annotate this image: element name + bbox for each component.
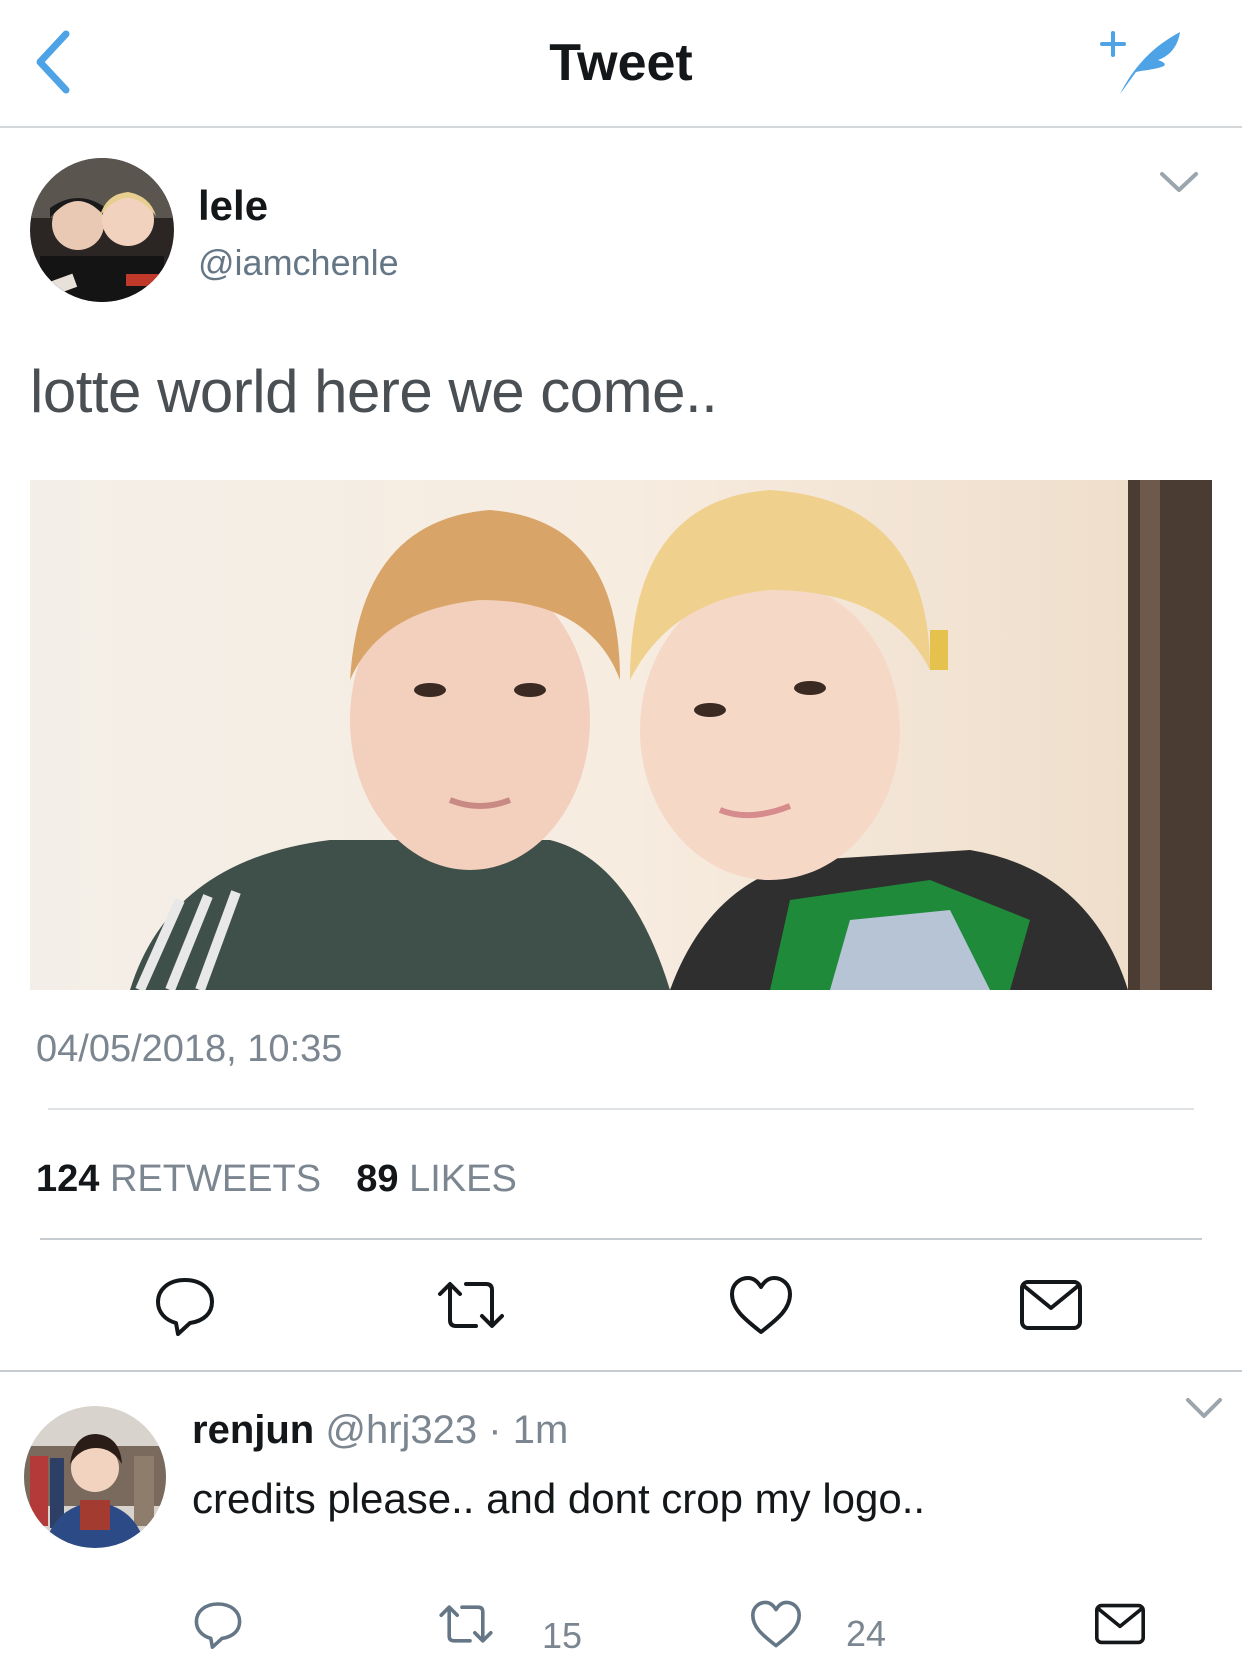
tweet-stats: 124 RETWEETS 89 LIKES	[36, 1154, 517, 1204]
reply-options-button[interactable]	[1182, 1392, 1226, 1424]
divider	[0, 1370, 1242, 1372]
like-label[interactable]: LIKES	[409, 1158, 517, 1200]
reply-share-button[interactable]	[1092, 1596, 1148, 1652]
chevron-down-icon	[1160, 172, 1198, 192]
like-count[interactable]: 89	[356, 1158, 398, 1200]
author-handle[interactable]: @iamchenle	[198, 240, 399, 286]
retweet-icon	[439, 1605, 493, 1643]
divider	[40, 1238, 1202, 1240]
chevron-down-icon	[1186, 1398, 1222, 1418]
retweet-count[interactable]: 124	[36, 1158, 99, 1200]
tweet-timestamp: 04/05/2018, 10:35	[36, 1028, 343, 1070]
author-avatar[interactable]	[30, 158, 174, 302]
reply-header: renjun @hrj323 · 1m	[192, 1404, 568, 1456]
separator-dot: ·	[488, 1408, 502, 1452]
reply-button[interactable]	[150, 1270, 220, 1340]
reply-icon	[194, 1602, 242, 1649]
share-via-message-button[interactable]	[1016, 1270, 1086, 1340]
retweet-icon	[438, 1282, 504, 1328]
heart-icon	[751, 1600, 801, 1648]
envelope-icon	[1095, 1603, 1145, 1645]
page-title: Tweet	[549, 34, 693, 92]
reply-icon	[156, 1278, 214, 1336]
reply-retweet-button[interactable]	[438, 1596, 494, 1652]
tweet-options-button[interactable]	[1156, 166, 1202, 200]
compose-tweet-icon	[1100, 31, 1180, 94]
tweet-photo[interactable]	[30, 480, 1212, 990]
reply-like-count: 24	[846, 1613, 887, 1654]
reply-author-handle[interactable]: @hrj323	[325, 1408, 477, 1452]
reply-author-name[interactable]: renjun	[192, 1408, 314, 1452]
compose-tweet-button[interactable]	[1092, 22, 1188, 102]
like-button[interactable]	[726, 1270, 796, 1340]
reply-retweet-count: 15	[542, 1615, 583, 1656]
reply-reply-button[interactable]	[190, 1596, 246, 1652]
reply-time: 1m	[512, 1408, 569, 1452]
envelope-icon	[1020, 1280, 1082, 1330]
divider	[48, 1108, 1194, 1110]
reply-like-button[interactable]	[748, 1596, 804, 1652]
retweet-label[interactable]: RETWEETS	[110, 1158, 321, 1200]
retweet-button[interactable]	[436, 1270, 506, 1340]
tweet-text: lotte world here we come..	[30, 358, 718, 425]
reply-text: credits please.. and dont crop my logo..	[192, 1475, 926, 1522]
author-name[interactable]: lele	[198, 180, 268, 232]
heart-icon	[730, 1276, 792, 1334]
reply-author-avatar[interactable]	[24, 1406, 166, 1548]
